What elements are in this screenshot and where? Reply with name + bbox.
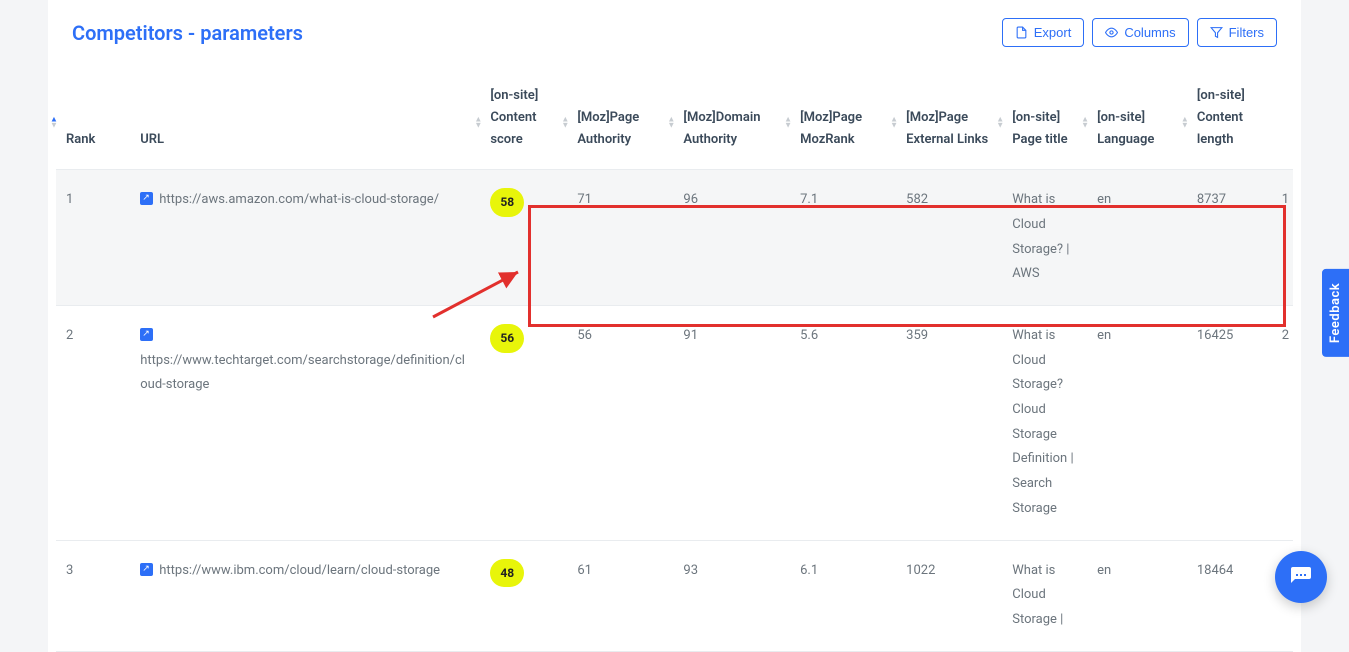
external-link-icon[interactable] bbox=[140, 192, 153, 205]
col-header-url[interactable]: URL bbox=[130, 71, 480, 170]
cell-page-title: What is Cloud Storage | bbox=[1002, 540, 1087, 651]
cell-language: en bbox=[1087, 170, 1187, 306]
cell-content-score: 56 bbox=[480, 306, 567, 541]
content-score-pill: 48 bbox=[490, 559, 524, 588]
table-row[interactable]: 3 https://www.ibm.com/cloud/learn/cloud-s… bbox=[56, 540, 1293, 651]
export-label: Export bbox=[1034, 25, 1072, 40]
feedback-label: Feedback bbox=[1328, 282, 1343, 342]
cell-url: https://www.techtarget.com/searchstorage… bbox=[130, 306, 480, 541]
action-bar: Export Columns Filters bbox=[1002, 18, 1277, 47]
col-header-external-links[interactable]: [Moz]Page External Links ▲▼ bbox=[896, 71, 1002, 170]
cell-page-title: What is Cloud Storage? | AWS bbox=[1002, 170, 1087, 306]
url-text[interactable]: https://www.techtarget.com/searchstorage… bbox=[140, 353, 465, 393]
eye-icon bbox=[1105, 26, 1118, 39]
cell-language: en bbox=[1087, 540, 1187, 651]
cell-mozrank: 6.1 bbox=[790, 540, 896, 651]
cell-content-length: 8737 bbox=[1187, 170, 1272, 306]
filter-icon bbox=[1210, 26, 1223, 39]
cell-rank: 3 bbox=[56, 540, 130, 651]
cell-extra: 1 bbox=[1272, 170, 1293, 306]
cell-content-length: 16425 bbox=[1187, 306, 1272, 541]
page-title: Competitors - parameters bbox=[72, 21, 303, 45]
cell-page-authority: 61 bbox=[567, 540, 673, 651]
cell-language: en bbox=[1087, 306, 1187, 541]
cell-mozrank: 5.6 bbox=[790, 306, 896, 541]
col-header-language[interactable]: [on-site] Language ▲▼ bbox=[1087, 71, 1187, 170]
cell-external-links: 1022 bbox=[896, 540, 1002, 651]
cell-rank: 2 bbox=[56, 306, 130, 541]
url-text[interactable]: https://www.ibm.com/cloud/learn/cloud-st… bbox=[159, 563, 440, 578]
col-header-content-length[interactable]: [on-site] Content length ▲▼ bbox=[1187, 71, 1272, 170]
external-link-icon[interactable] bbox=[140, 563, 153, 576]
col-header-mozrank[interactable]: [Moz]Page MozRank ▲▼ bbox=[790, 71, 896, 170]
cell-page-authority: 71 bbox=[567, 170, 673, 306]
cell-url: https://aws.amazon.com/what-is-cloud-sto… bbox=[130, 170, 480, 306]
col-header-content-score[interactable]: [on-site] Content score ▲▼ bbox=[480, 71, 567, 170]
content-score-pill: 58 bbox=[490, 188, 524, 217]
cell-content-score: 58 bbox=[480, 170, 567, 306]
col-header-domain-authority[interactable]: [Moz]Domain Authority ▲▼ bbox=[673, 71, 790, 170]
chat-button[interactable] bbox=[1275, 551, 1327, 603]
cell-url: https://www.ibm.com/cloud/learn/cloud-st… bbox=[130, 540, 480, 651]
cell-page-title: What is Cloud Storage? Cloud Storage Def… bbox=[1002, 306, 1087, 541]
columns-button[interactable]: Columns bbox=[1092, 18, 1188, 47]
cell-external-links: 582 bbox=[896, 170, 1002, 306]
filters-button[interactable]: Filters bbox=[1197, 18, 1277, 47]
export-icon bbox=[1015, 26, 1028, 39]
columns-label: Columns bbox=[1124, 25, 1175, 40]
cell-extra: 2 bbox=[1272, 306, 1293, 541]
col-header-page-authority[interactable]: [Moz]Page Authority ▲▼ bbox=[567, 71, 673, 170]
cell-content-score: 48 bbox=[480, 540, 567, 651]
cell-rank: 1 bbox=[56, 170, 130, 306]
col-header-page-title[interactable]: [on-site] Page title ▲▼ bbox=[1002, 71, 1087, 170]
cell-domain-authority: 91 bbox=[673, 306, 790, 541]
filters-label: Filters bbox=[1229, 25, 1264, 40]
col-header-rank[interactable]: Rank ▲▼ bbox=[56, 71, 130, 170]
feedback-tab[interactable]: Feedback bbox=[1322, 268, 1349, 356]
cell-page-authority: 56 bbox=[567, 306, 673, 541]
cell-external-links: 359 bbox=[896, 306, 1002, 541]
cell-domain-authority: 96 bbox=[673, 170, 790, 306]
col-header-extra bbox=[1272, 71, 1293, 170]
competitors-table: Rank ▲▼ URL [on-site] Content score ▲▼ [… bbox=[56, 71, 1293, 652]
table-row[interactable]: 2https://www.techtarget.com/searchstorag… bbox=[56, 306, 1293, 541]
external-link-icon[interactable] bbox=[140, 328, 153, 341]
cell-content-length: 18464 bbox=[1187, 540, 1272, 651]
content-score-pill: 56 bbox=[490, 324, 524, 353]
table-row[interactable]: 1 https://aws.amazon.com/what-is-cloud-st… bbox=[56, 170, 1293, 306]
export-button[interactable]: Export bbox=[1002, 18, 1085, 47]
cell-mozrank: 7.1 bbox=[790, 170, 896, 306]
chat-icon bbox=[1289, 565, 1313, 589]
cell-domain-authority: 93 bbox=[673, 540, 790, 651]
url-text[interactable]: https://aws.amazon.com/what-is-cloud-sto… bbox=[159, 192, 439, 207]
